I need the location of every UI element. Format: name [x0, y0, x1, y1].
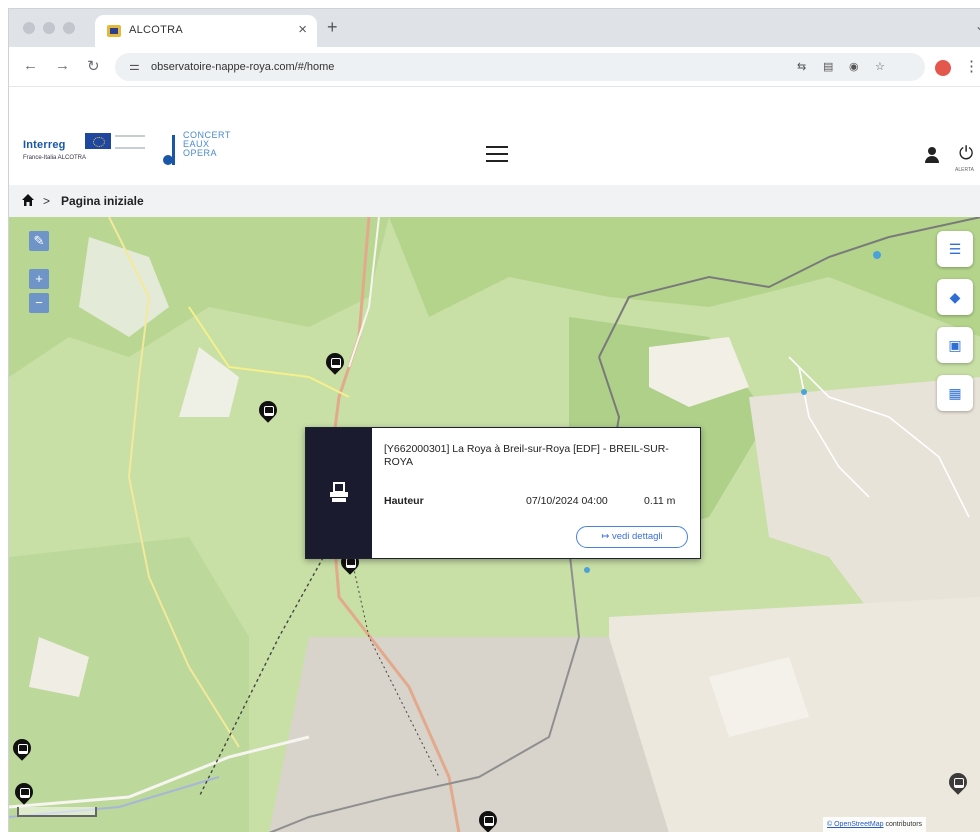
compass-control-icon[interactable] [949, 773, 967, 795]
favicon-icon [107, 25, 121, 37]
music-note-icon [161, 135, 175, 165]
bookmark-star-icon[interactable]: ☆ [875, 60, 885, 73]
scale-bar [17, 807, 97, 817]
tab-strip: ALCOTRA × + ⌄ [9, 9, 980, 47]
view-details-button[interactable]: ↦ vedi dettagli [576, 526, 688, 548]
map-attribution: © OpenStreetMap contributors [823, 817, 927, 832]
power-label: ALERTA [955, 167, 974, 173]
address-bar-row: ← → ↻ ⚌ observatoire-nappe-roya.com/#/ho… [9, 47, 980, 87]
breadcrumb-separator: > [43, 194, 51, 208]
tab-title: ALCOTRA [129, 24, 184, 36]
window-minimize-dot[interactable] [43, 22, 55, 34]
logo-lines [115, 135, 145, 149]
osm-link[interactable]: © OpenStreetMap [827, 821, 884, 828]
browser-menu-icon[interactable]: ⋮ [964, 57, 979, 75]
tab-search-icon[interactable]: ⌄ [975, 19, 980, 33]
window-close-dot[interactable] [23, 22, 35, 34]
station-marker-icon[interactable] [15, 783, 33, 805]
menu-icon[interactable] [486, 146, 508, 162]
station-marker-icon[interactable] [13, 739, 31, 761]
map-canvas[interactable]: ✎ + − ☰ ◆ ▣ ▦ [Y662000301] La Roya à Bre… [9, 217, 980, 832]
reload-icon[interactable]: ↻ [87, 57, 100, 75]
eu-flag-icon [85, 133, 111, 149]
layers-icon[interactable]: ◆ [937, 279, 973, 315]
list-icon[interactable]: ☰ [937, 231, 973, 267]
interreg-logo: Interreg France-Italia ALCOTRA [23, 133, 145, 161]
station-marker-icon[interactable] [326, 353, 344, 375]
image-icon[interactable]: ▣ [937, 327, 973, 363]
station-marker-icon [330, 482, 348, 502]
tab-close-button[interactable]: × [298, 21, 307, 38]
edit-control[interactable]: ✎ [29, 231, 49, 251]
popup-date: 07/10/2024 04:00 [526, 495, 608, 507]
back-arrow-icon[interactable]: ← [23, 57, 38, 74]
user-icon[interactable] [925, 147, 939, 163]
breadcrumb-current: Pagina iniziale [61, 194, 144, 208]
concert-eaux-logo: CONCERT EAUX OPERA [161, 131, 271, 171]
interreg-subtitle: France-Italia ALCOTRA [23, 155, 87, 161]
url-field[interactable]: ⚌ observatoire-nappe-roya.com/#/home ⇆ ▤… [115, 53, 925, 81]
browser-tab[interactable]: ALCOTRA × [95, 15, 317, 47]
new-tab-button[interactable]: + [327, 17, 338, 38]
reader-icon[interactable]: ◉ [849, 60, 859, 73]
browser-window: ALCOTRA × + ⌄ ← → ↻ ⚌ observatoire-nappe… [8, 8, 980, 832]
station-marker-icon[interactable] [479, 811, 497, 832]
popup-icon-strip [306, 428, 372, 558]
interreg-wordmark: Interreg [23, 139, 66, 151]
calendar-icon[interactable]: ▦ [937, 375, 973, 411]
forward-arrow-icon[interactable]: → [55, 57, 70, 74]
power-icon[interactable]: ⏻ [959, 143, 973, 164]
window-zoom-dot[interactable] [63, 22, 75, 34]
translate-icon[interactable]: ⇆ [797, 60, 806, 73]
profile-avatar[interactable] [935, 60, 951, 76]
concert-logo-text: CONCERT EAUX OPERA [183, 130, 231, 158]
url-text: observatoire-nappe-roya.com/#/home [151, 61, 335, 73]
station-popup: [Y662000301] La Roya à Breil-sur-Roya [E… [305, 427, 701, 559]
station-marker-icon[interactable] [259, 401, 277, 423]
extension-icon[interactable]: ▤ [823, 60, 833, 73]
popup-title: [Y662000301] La Roya à Breil-sur-Roya [E… [384, 443, 669, 468]
zoom-out-icon[interactable]: − [29, 293, 49, 313]
site-info-icon[interactable]: ⚌ [129, 59, 140, 73]
zoom-in-icon[interactable]: + [29, 269, 49, 289]
app-header: Interreg France-Italia ALCOTRA CONCERT E… [9, 87, 980, 185]
breadcrumb: > Pagina iniziale [9, 185, 980, 217]
home-icon[interactable] [21, 193, 35, 207]
attribution-text: contributors [885, 821, 923, 828]
popup-value: 0.11 m [644, 495, 676, 507]
popup-measure-label: Hauteur [384, 495, 424, 507]
